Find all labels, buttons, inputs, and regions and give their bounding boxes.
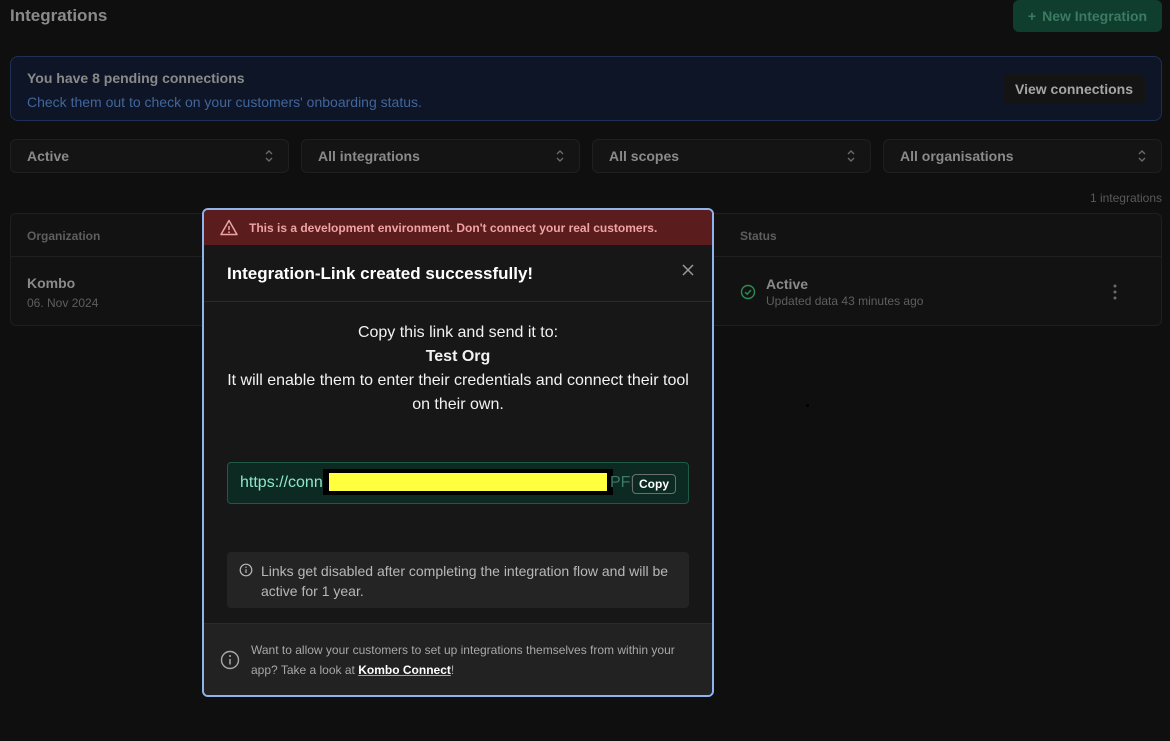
banner-subtitle: Check them out to check on your customer… [27, 94, 422, 110]
stray-dot [806, 404, 809, 407]
check-circle-icon [740, 284, 756, 300]
integration-link-field[interactable]: https://conn PFF Copy [227, 462, 689, 504]
dev-environment-warning: This is a development environment. Don't… [204, 210, 712, 245]
footer-text-body: Want to allow your customers to set up i… [251, 643, 675, 677]
modal-message: Copy this link and send it to: Test Org … [224, 321, 692, 417]
modal-header-divider [204, 301, 712, 302]
close-icon[interactable] [680, 262, 696, 278]
row-status-updated: Updated data 43 minutes ago [766, 294, 924, 308]
redacted-link-block [323, 469, 613, 495]
chevron-up-down-icon [1138, 150, 1146, 162]
column-header-status: Status [740, 229, 777, 243]
dev-warning-text: This is a development environment. Don't… [249, 220, 658, 235]
message-line-1: Copy this link and send it to: [357, 324, 559, 341]
modal-title: Integration-Link created successfully! [227, 264, 534, 283]
warning-triangle-icon [220, 219, 238, 235]
copy-button[interactable]: Copy [632, 474, 676, 494]
integration-link-modal: This is a development environment. Don't… [202, 208, 714, 697]
info-icon [239, 563, 253, 577]
more-options-icon[interactable] [1107, 282, 1123, 302]
new-integration-button[interactable]: + New Integration [1013, 0, 1162, 32]
info-icon [220, 650, 240, 670]
page-title: Integrations [10, 6, 108, 25]
info-text: Links get disabled after completing the … [261, 563, 669, 599]
column-header-organization: Organization [27, 229, 101, 243]
link-text[interactable]: https://conn [240, 474, 324, 492]
modal-footer: Want to allow your customers to set up i… [204, 623, 712, 695]
recipient-org: Test Org [425, 348, 491, 365]
row-date: 06. Nov 2024 [27, 296, 99, 310]
status-filter-value: Active [27, 148, 70, 164]
plus-icon: + [1027, 8, 1037, 24]
chevron-up-down-icon [265, 150, 273, 162]
organisation-filter-select[interactable]: All organisations [883, 139, 1162, 173]
scope-filter-select[interactable]: All scopes [592, 139, 871, 173]
row-status: Active [766, 276, 809, 292]
organisation-filter-value: All organisations [900, 148, 1014, 164]
kombo-connect-link[interactable]: Kombo Connect [358, 663, 451, 677]
integrations-count: 1 integrations [1089, 191, 1162, 205]
row-org-name: Kombo [27, 275, 76, 291]
new-integration-label: New Integration [1042, 8, 1148, 24]
status-filter-select[interactable]: Active [10, 139, 289, 173]
scope-filter-value: All scopes [609, 148, 680, 164]
banner-title: You have 8 pending connections [27, 70, 245, 86]
integration-filter-select[interactable]: All integrations [301, 139, 580, 173]
footer-text: Want to allow your customers to set up i… [251, 640, 692, 680]
footer-text-end: ! [450, 663, 455, 677]
pending-connections-banner: You have 8 pending connections Check the… [10, 56, 1162, 121]
chevron-up-down-icon [556, 150, 564, 162]
view-connections-button[interactable]: View connections [1003, 74, 1145, 104]
integration-filter-value: All integrations [318, 148, 420, 164]
message-line-2: It will enable them to enter their crede… [227, 372, 689, 413]
link-expiry-info: Links get disabled after completing the … [227, 552, 689, 608]
chevron-up-down-icon [847, 150, 855, 162]
